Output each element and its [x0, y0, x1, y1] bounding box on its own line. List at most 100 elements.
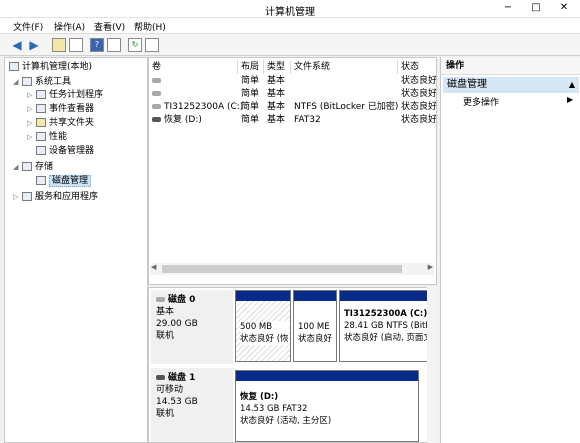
tree-item-services-apps[interactable]: ▷ 服务和应用程序 — [13, 191, 98, 204]
scroll-left-icon[interactable]: ◀ — [151, 263, 156, 271]
expand-arrow-icon[interactable]: ▷ — [27, 131, 36, 144]
partition-status: 状态良好 (启动, 页面文 — [344, 333, 432, 343]
volume-type: 基本 — [267, 102, 286, 112]
disk-1-info[interactable]: 磁盘 1 可移动 14.53 GB 联机 — [151, 368, 233, 442]
disk-graphical-view: 磁盘 0 基本 29.00 GB 联机 500 MB 状态良好 (恢 100 M… — [148, 287, 437, 443]
actions-section-disk-management[interactable]: 磁盘管理 ▲ — [443, 77, 579, 93]
more-actions-label: 更多操作 — [463, 98, 500, 108]
expand-arrow-icon[interactable]: ▷ — [27, 117, 36, 130]
maximize-button[interactable]: □ — [522, 0, 550, 16]
disk-size: 14.53 GB — [156, 397, 198, 407]
menu-view[interactable]: 查看(V) — [94, 20, 125, 33]
volume-layout: 简单 — [241, 76, 260, 86]
more-actions-link[interactable]: 更多操作 — [463, 95, 499, 108]
volume-list: 卷 布局 类型 文件系统 状态 简单 基本 状态良好 简单 基本 状态良好 TI… — [148, 57, 437, 285]
column-header-volume[interactable]: 卷 — [149, 60, 238, 74]
scroll-right-icon[interactable]: ▶ — [428, 263, 433, 271]
menu-action[interactable]: 操作(A) — [54, 20, 85, 33]
partition-recovery[interactable]: 500 MB 状态良好 (恢 — [235, 290, 291, 362]
partition-size: 100 ME — [298, 322, 330, 332]
volume-row[interactable]: TI31252300A (C:) 简单 基本 NTFS (BitLocker 已… — [149, 101, 436, 114]
tree-item-performance[interactable]: ▷ 性能 — [27, 131, 67, 144]
computer-management-icon — [9, 62, 19, 71]
volume-status: 状态良好 — [401, 76, 436, 86]
properties-icon[interactable] — [107, 38, 121, 52]
tree-item-disk-management[interactable]: 磁盘管理 — [36, 175, 92, 188]
disk-type: 可移动 — [156, 385, 184, 395]
expand-arrow-icon[interactable]: ▷ — [13, 191, 22, 204]
partition-status: 状态良好 (恢 — [240, 334, 289, 344]
volume-row[interactable]: 恢复 (D:) 简单 基本 FAT32 状态良好 — [149, 114, 436, 127]
tree-item-system-tools[interactable]: ◢ 系统工具 — [13, 76, 71, 89]
disk-name: 磁盘 0 — [168, 295, 196, 305]
volume-list-scrollbar[interactable]: ◀ ▶ — [150, 263, 434, 275]
show-hide-tree-icon[interactable] — [69, 38, 83, 52]
column-header-layout[interactable]: 布局 — [238, 60, 264, 74]
partition-size: 28.41 GB NTFS (BitLoc — [344, 321, 433, 331]
column-header-type[interactable]: 类型 — [264, 60, 291, 74]
disk-icon — [156, 297, 165, 302]
drive-icon — [152, 104, 161, 109]
tree-item-root[interactable]: 计算机管理(本地) — [9, 61, 92, 74]
help-icon[interactable]: ? — [90, 38, 104, 52]
menu-file[interactable]: 文件(F) — [13, 20, 43, 33]
device-manager-icon — [36, 146, 46, 155]
tree-item-event-viewer[interactable]: ▷ 事件查看器 — [27, 103, 94, 116]
expand-arrow-icon[interactable]: ▷ — [27, 89, 36, 102]
disk-view-scrollbar[interactable] — [427, 287, 437, 443]
disk-type: 基本 — [156, 307, 175, 317]
partition-size: 500 MB — [240, 322, 273, 332]
volume-status: 状态良好 — [401, 102, 436, 112]
disk-state: 联机 — [156, 409, 175, 419]
refresh-icon[interactable]: ↻ — [128, 38, 142, 52]
tree-item-task-scheduler[interactable]: ▷ 任务计划程序 — [27, 89, 103, 102]
drive-icon — [152, 91, 161, 96]
tools-icon — [22, 77, 32, 86]
column-header-filesystem[interactable]: 文件系统 — [291, 60, 398, 74]
partition-status: 状态良好 (活动, 主分区) — [240, 416, 332, 426]
partition-d-drive[interactable]: 恢复 (D:) 14.53 GB FAT32 状态良好 (活动, 主分区) — [235, 370, 419, 442]
volume-row[interactable]: 简单 基本 状态良好 — [149, 88, 436, 101]
disk-management-icon — [36, 176, 46, 185]
up-folder-icon[interactable] — [52, 38, 66, 52]
partition-c-drive[interactable]: TI31252300A (C:) 28.41 GB NTFS (BitLoc 状… — [339, 290, 433, 362]
volume-status: 状态良好 — [401, 115, 436, 125]
minimize-button[interactable]: − — [494, 0, 522, 16]
volume-layout: 简单 — [241, 102, 260, 112]
window-title: 计算机管理 — [265, 7, 315, 18]
collapse-up-icon[interactable]: ▲ — [569, 77, 575, 93]
disk-state: 联机 — [156, 331, 175, 341]
submenu-arrow-icon[interactable]: ▶ — [567, 95, 573, 104]
column-header-status[interactable]: 状态 — [398, 60, 436, 74]
tree-item-shared-folders[interactable]: ▷ 共享文件夹 — [27, 117, 94, 130]
export-list-icon[interactable] — [145, 38, 159, 52]
close-button[interactable]: ✕ — [550, 0, 578, 16]
volume-filesystem: FAT32 — [294, 115, 321, 125]
collapse-arrow-icon[interactable]: ◢ — [13, 161, 22, 174]
scrollbar-thumb[interactable] — [162, 265, 402, 273]
storage-icon — [22, 162, 32, 171]
volume-row[interactable]: 简单 基本 状态良好 — [149, 75, 436, 88]
tree-item-storage[interactable]: ◢ 存储 — [13, 161, 53, 174]
volume-status: 状态良好 — [401, 89, 436, 99]
menu-help[interactable]: 帮助(H) — [134, 20, 166, 33]
expand-arrow-icon[interactable]: ▷ — [27, 103, 36, 116]
disk-0-info[interactable]: 磁盘 0 基本 29.00 GB 联机 — [151, 290, 233, 364]
partition-size: 14.53 GB FAT32 — [240, 404, 308, 414]
partition-status: 状态良好 — [298, 334, 333, 344]
volume-filesystem: NTFS (BitLocker 已加密) — [294, 102, 398, 112]
collapse-arrow-icon[interactable]: ◢ — [13, 76, 22, 89]
back-icon[interactable]: ◀ — [10, 38, 24, 52]
toolbar: ◀ ▶ ? ↻ — [0, 34, 580, 56]
partition-efi[interactable]: 100 ME 状态良好 — [293, 290, 337, 362]
volume-type: 基本 — [267, 115, 286, 125]
partition-name: TI31252300A (C:) — [344, 309, 428, 319]
menu-bar: 文件(F) 操作(A) 查看(V) 帮助(H) — [0, 18, 580, 34]
services-icon — [22, 192, 32, 201]
drive-icon — [152, 117, 161, 122]
forward-icon[interactable]: ▶ — [27, 38, 41, 52]
event-log-icon — [36, 104, 46, 113]
tree-item-device-manager[interactable]: 设备管理器 — [36, 145, 94, 158]
volume-type: 基本 — [267, 76, 286, 86]
actions-header: 操作 — [441, 57, 580, 75]
